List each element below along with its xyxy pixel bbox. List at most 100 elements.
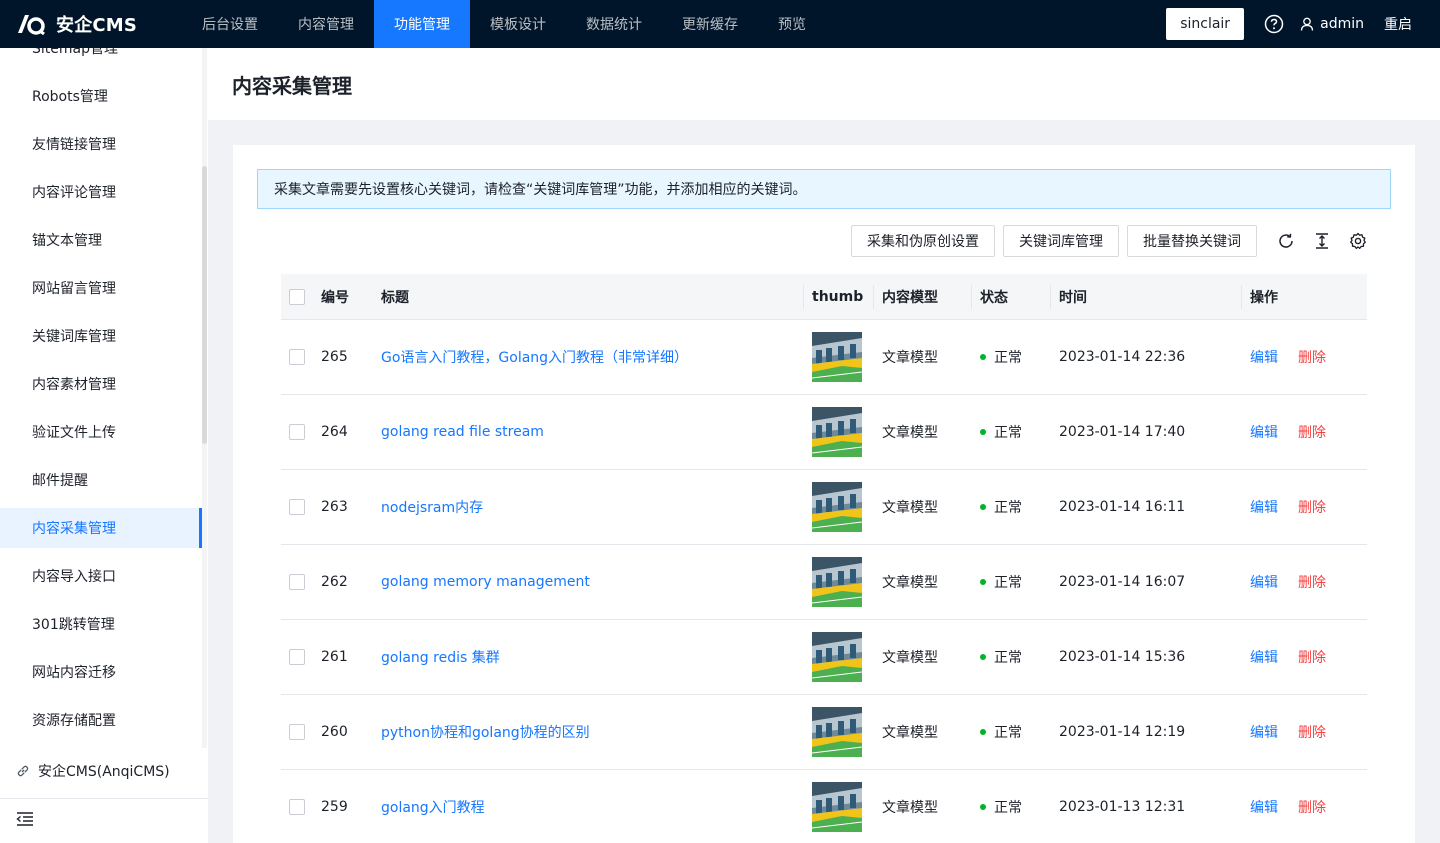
nav-item[interactable]: 预览 bbox=[758, 0, 826, 48]
row-status: 正常 bbox=[972, 647, 1051, 667]
restart-button[interactable]: 重启 bbox=[1384, 14, 1412, 34]
help-icon[interactable] bbox=[1264, 14, 1284, 34]
sidebar: Sitemap管理 Robots管理 友情链接管理 内容评论管理 锚文本管理 网站留言管理… bbox=[0, 48, 208, 843]
site-switch-button[interactable]: sinclair bbox=[1166, 8, 1245, 40]
row-time: 2023-01-14 16:07 bbox=[1059, 574, 1186, 590]
row-checkbox[interactable] bbox=[289, 799, 305, 815]
status-text: 正常 bbox=[994, 500, 1022, 516]
row-status: 正常 bbox=[972, 797, 1051, 817]
keyword-library-button[interactable]: 关键词库管理 bbox=[1003, 225, 1119, 257]
sidebar-footer-link[interactable]: 安企CMS(AnqiCMS) bbox=[0, 748, 208, 794]
row-time: 2023-01-13 12:31 bbox=[1059, 799, 1186, 815]
sidebar-menu: Sitemap管理 Robots管理 友情链接管理 内容评论管理 锚文本管理 网站留言管理… bbox=[0, 48, 202, 744]
row-title-link[interactable]: nodejsram内存 bbox=[381, 500, 483, 516]
row-id: 265 bbox=[321, 349, 348, 365]
thumb-image bbox=[812, 332, 862, 382]
status-dot bbox=[980, 654, 986, 660]
sidebar-item[interactable]: 邮件提醒 bbox=[0, 456, 202, 504]
row-checkbox[interactable] bbox=[289, 574, 305, 590]
row-title-link[interactable]: python协程和golang协程的区别 bbox=[381, 725, 590, 741]
sidebar-item[interactable]: 301跳转管理 bbox=[0, 600, 202, 648]
delete-link[interactable]: 删除 bbox=[1298, 572, 1326, 592]
page-title: 内容采集管理 bbox=[232, 73, 352, 98]
edit-link[interactable]: 编辑 bbox=[1250, 497, 1278, 517]
delete-link[interactable]: 删除 bbox=[1298, 722, 1326, 742]
edit-link[interactable]: 编辑 bbox=[1250, 422, 1278, 442]
sidebar-item[interactable]: 内容素材管理 bbox=[0, 360, 202, 408]
nav-item[interactable]: 功能管理 bbox=[374, 0, 470, 48]
row-checkbox[interactable] bbox=[289, 424, 305, 440]
sidebar-item[interactable]: Robots管理 bbox=[0, 72, 202, 120]
row-status: 正常 bbox=[972, 722, 1051, 742]
sidebar-item[interactable]: 锚文本管理 bbox=[0, 216, 202, 264]
row-thumb bbox=[804, 332, 874, 382]
nav-item[interactable]: 更新缓存 bbox=[662, 0, 758, 48]
edit-link[interactable]: 编辑 bbox=[1250, 572, 1278, 592]
status-dot bbox=[980, 729, 986, 735]
main-nav: 后台设置 内容管理 功能管理 模板设计 数据统计 更新缓存 预览 bbox=[182, 0, 826, 48]
status-dot bbox=[980, 354, 986, 360]
row-title-link[interactable]: golang read file stream bbox=[381, 424, 544, 440]
column-height-icon[interactable] bbox=[1313, 232, 1331, 250]
reload-icon[interactable] bbox=[1277, 232, 1295, 250]
status-dot bbox=[980, 579, 986, 585]
sidebar-item[interactable]: 网站内容迁移 bbox=[0, 648, 202, 696]
sidebar-footer-label: 安企CMS(AnqiCMS) bbox=[38, 764, 170, 780]
row-checkbox[interactable] bbox=[289, 724, 305, 740]
thumb-image bbox=[812, 707, 862, 757]
row-checkbox[interactable] bbox=[289, 349, 305, 365]
row-ops: 编辑 删除 bbox=[1242, 572, 1367, 592]
header-status: 状态 bbox=[972, 284, 1051, 309]
edit-link[interactable]: 编辑 bbox=[1250, 347, 1278, 367]
sidebar-scrollbar[interactable] bbox=[202, 166, 207, 444]
row-id: 261 bbox=[321, 649, 348, 665]
nav-item[interactable]: 后台设置 bbox=[182, 0, 278, 48]
delete-link[interactable]: 删除 bbox=[1298, 647, 1326, 667]
setting-icon[interactable] bbox=[1349, 232, 1367, 250]
sidebar-item[interactable]: 内容采集管理 bbox=[0, 508, 202, 548]
nav-item[interactable]: 模板设计 bbox=[470, 0, 566, 48]
batch-replace-keyword-button[interactable]: 批量替换关键词 bbox=[1127, 225, 1257, 257]
select-all-checkbox[interactable] bbox=[289, 288, 305, 305]
delete-link[interactable]: 删除 bbox=[1298, 797, 1326, 817]
row-title-link[interactable]: golang入门教程 bbox=[381, 800, 485, 816]
delete-link[interactable]: 删除 bbox=[1298, 422, 1326, 442]
row-title-link[interactable]: golang memory management bbox=[381, 574, 590, 590]
table-toolbar: 采集和伪原创设置 关键词库管理 批量替换关键词 bbox=[851, 225, 1367, 257]
delete-link[interactable]: 删除 bbox=[1298, 347, 1326, 367]
status-text: 正常 bbox=[994, 350, 1022, 366]
edit-link[interactable]: 编辑 bbox=[1250, 797, 1278, 817]
delete-link[interactable]: 删除 bbox=[1298, 497, 1326, 517]
header-ops: 操作 bbox=[1250, 289, 1278, 306]
collect-settings-button[interactable]: 采集和伪原创设置 bbox=[851, 225, 995, 257]
sidebar-item[interactable]: 内容评论管理 bbox=[0, 168, 202, 216]
logo[interactable]: 安企CMS bbox=[0, 0, 182, 48]
sidebar-item[interactable]: 友情链接管理 bbox=[0, 120, 202, 168]
sidebar-item[interactable]: 内容导入接口 bbox=[0, 552, 202, 600]
edit-link[interactable]: 编辑 bbox=[1250, 722, 1278, 742]
menu-collapse-icon[interactable] bbox=[16, 811, 34, 827]
table-header: 编号 标题 thumb 内容模型 状态 时间 操作 bbox=[281, 274, 1367, 320]
user-menu[interactable]: admin bbox=[1300, 16, 1364, 32]
row-title-link[interactable]: golang redis 集群 bbox=[381, 650, 500, 666]
status-dot bbox=[980, 429, 986, 435]
sidebar-item[interactable]: 资源存储配置 bbox=[0, 696, 202, 744]
logo-icon bbox=[18, 15, 45, 35]
table-row: 264 golang read file stream 文章模型 正常 2023… bbox=[281, 395, 1367, 470]
sidebar-item[interactable]: 网站留言管理 bbox=[0, 264, 202, 312]
thumb-image bbox=[812, 482, 862, 532]
row-checkbox[interactable] bbox=[289, 499, 305, 515]
table-row: 265 Go语言入门教程，Golang入门教程（非常详细） 文章模型 正常 20… bbox=[281, 320, 1367, 395]
edit-link[interactable]: 编辑 bbox=[1250, 647, 1278, 667]
nav-item[interactable]: 数据统计 bbox=[566, 0, 662, 48]
row-title-link[interactable]: Go语言入门教程，Golang入门教程（非常详细） bbox=[381, 350, 688, 366]
row-checkbox[interactable] bbox=[289, 649, 305, 665]
nav-item[interactable]: 内容管理 bbox=[278, 0, 374, 48]
sidebar-item[interactable]: Sitemap管理 bbox=[0, 48, 202, 72]
sidebar-item[interactable]: 关键词库管理 bbox=[0, 312, 202, 360]
row-status: 正常 bbox=[972, 572, 1051, 592]
header-model: 内容模型 bbox=[874, 284, 972, 309]
sidebar-item[interactable]: 验证文件上传 bbox=[0, 408, 202, 456]
header-title: 标题 bbox=[373, 284, 804, 309]
row-thumb bbox=[804, 707, 874, 757]
